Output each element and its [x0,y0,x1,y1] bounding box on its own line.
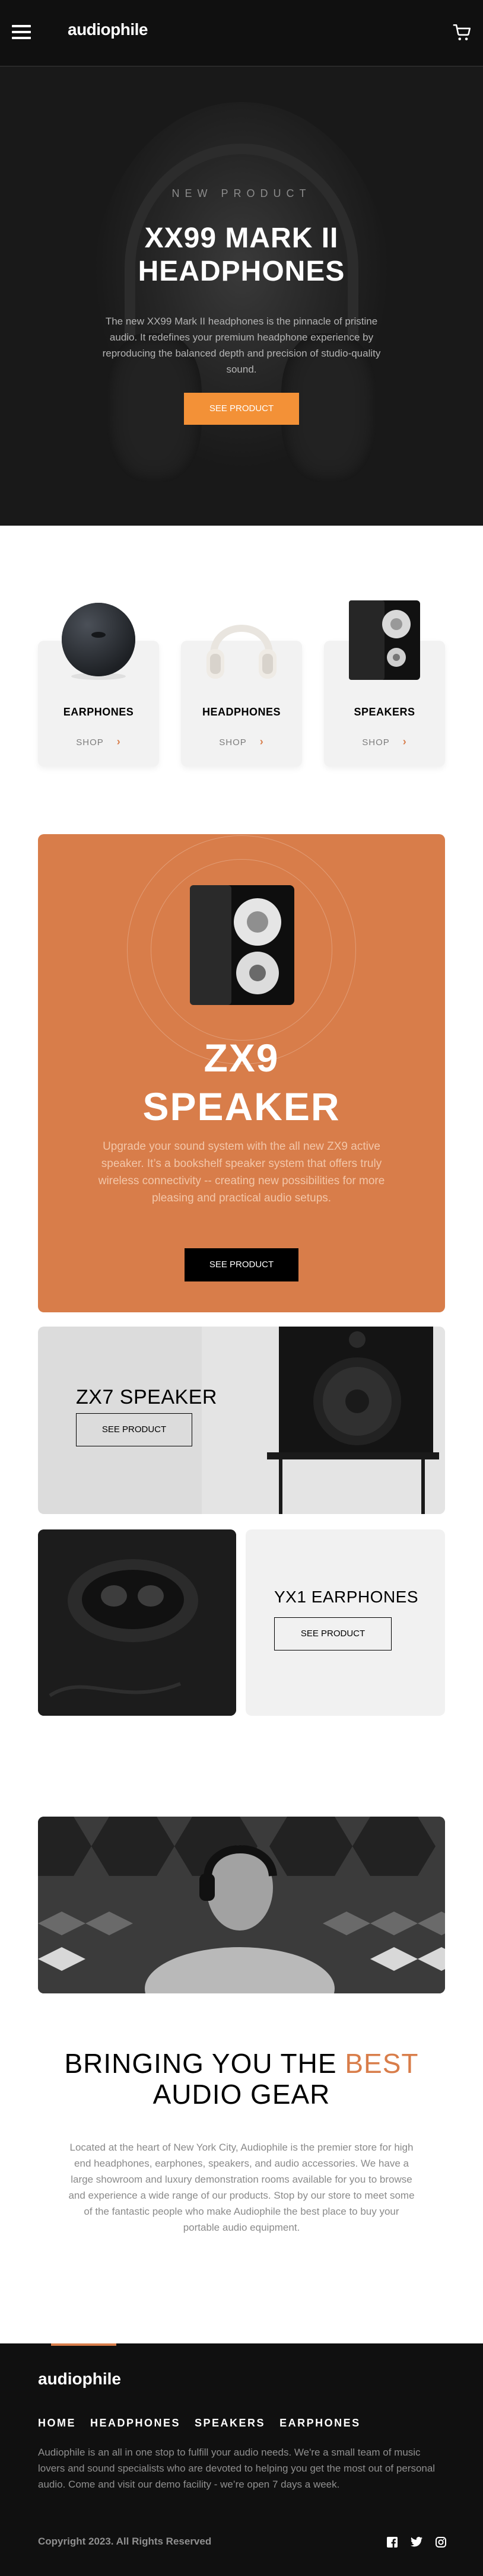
hero-title-line1: XX99 MARK II [144,222,339,254]
yx1-earphones-case-icon [38,1529,236,1716]
hero-title: XX99 MARK II HEADPHONES [0,222,483,288]
category-name: SPEAKERS [354,706,415,718]
site-logo[interactable]: audiophile [68,20,148,39]
about-title-line2: AUDIO GEAR [152,2079,331,2110]
site-footer: audiophile HOME HEADPHONES SPEAKERS EARP… [0,2343,483,2576]
zx9-speaker-icon [190,885,294,1005]
instagram-icon[interactable] [436,2537,446,2548]
yx1-title: YX1 EARPHONES [274,1588,419,1606]
zx7-see-product-button[interactable]: SEE PRODUCT [76,1413,192,1446]
hamburger-icon[interactable] [12,25,31,39]
site-header: audiophile [0,0,483,66]
footer-nav-headphones[interactable]: HEADPHONES [90,2417,180,2429]
zx9-title-line2: SPEAKER [142,1085,341,1128]
zx7-speaker-image [202,1327,445,1514]
about-title-accent: BEST [345,2048,419,2079]
hero-section: NEW PRODUCT XX99 MARK II HEADPHONES The … [0,66,483,526]
category-name: HEADPHONES [202,706,281,718]
about-title-pre: BRINGING YOU THE [64,2048,345,2079]
footer-social [387,2537,446,2548]
zx9-description: Upgrade your sound system with the all n… [98,1140,385,1204]
cart-icon[interactable] [452,23,472,43]
footer-nav-home[interactable]: HOME [38,2417,76,2429]
zx9-title-line1: ZX9 [204,1036,279,1080]
chevron-right-icon: › [116,736,121,748]
zx7-promo: ZX7 SPEAKER SEE PRODUCT [38,1327,445,1514]
earphones-case-icon [62,603,135,680]
speaker-icon [349,600,420,680]
category-shop-link[interactable]: SHOP › [38,736,159,748]
yx1-earphones-image [38,1529,236,1716]
chevron-right-icon: › [402,736,407,748]
category-name: EARPHONES [63,706,134,718]
zx9-title: ZX9 SPEAKER [38,1033,445,1131]
zx9-promo: ZX9 SPEAKER Upgrade your sound system wi… [38,834,445,1312]
footer-logo[interactable]: audiophile [38,2370,121,2389]
footer-description: Audiophile is an all in one stop to fulf… [38,2447,436,2490]
hero-see-product-button[interactable]: SEE PRODUCT [184,393,299,425]
about-description: Located at the heart of New York City, A… [68,2142,415,2233]
about-title: BRINGING YOU THE BEST AUDIO GEAR [0,2048,483,2110]
chevron-right-icon: › [259,736,264,748]
footer-nav-speakers[interactable]: SPEAKERS [195,2417,265,2429]
hero-description: The new XX99 Mark II headphones is the p… [102,316,381,375]
category-shop-link[interactable]: SHOP › [181,736,302,748]
footer-copyright: Copyright 2023. All Rights Reserved [38,2536,212,2547]
headphones-icon [206,625,277,679]
category-shop-link[interactable]: SHOP › [324,736,445,748]
zx7-title: ZX7 SPEAKER [76,1386,217,1408]
yx1-promo: YX1 EARPHONES SEE PRODUCT [246,1529,445,1716]
hero-overline: NEW PRODUCT [171,187,312,199]
footer-nav-earphones[interactable]: EARPHONES [279,2417,361,2429]
man-with-headphones-image [38,1817,445,1993]
about-photo [38,1817,445,1993]
footer-nav: HOME HEADPHONES SPEAKERS EARPHONES [38,2417,361,2429]
facebook-icon[interactable] [387,2537,398,2548]
footer-accent-bar [51,2343,116,2346]
hero-title-line2: HEADPHONES [138,256,345,287]
twitter-icon[interactable] [411,2537,422,2548]
zx9-see-product-button[interactable]: SEE PRODUCT [185,1248,298,1281]
yx1-see-product-button[interactable]: SEE PRODUCT [274,1617,392,1650]
